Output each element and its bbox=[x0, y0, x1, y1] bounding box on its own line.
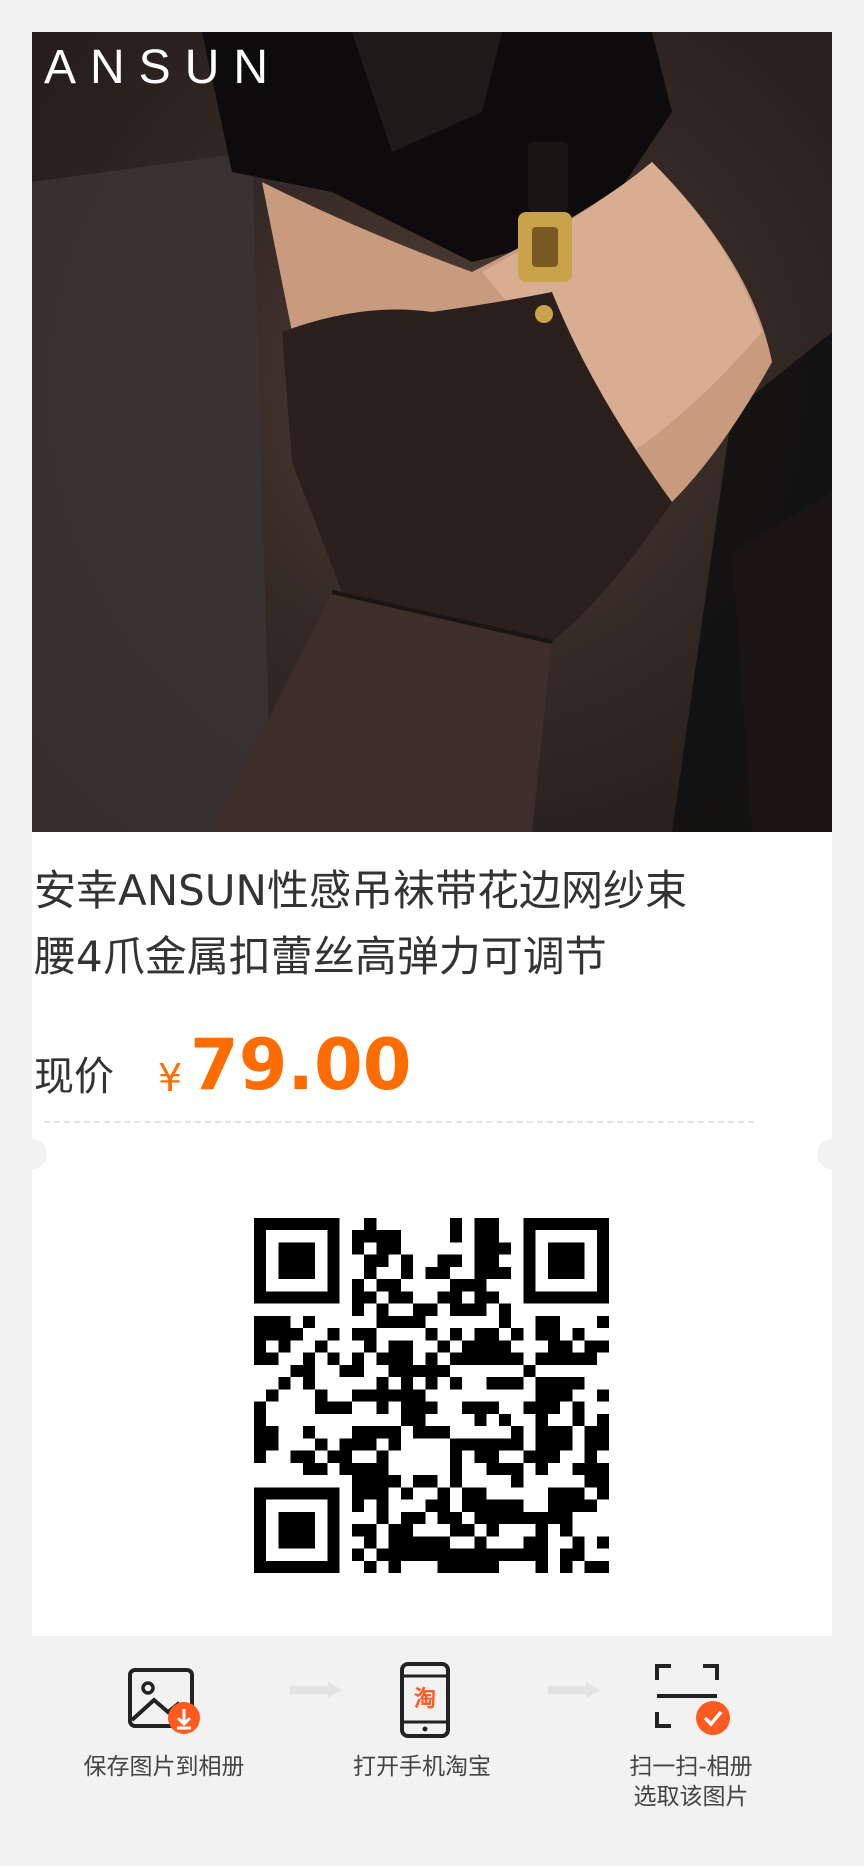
step-scan: 扫一扫-相册 选取该图片 bbox=[571, 1660, 811, 1812]
step-label-line-1: 扫一扫-相册 bbox=[629, 1754, 753, 1780]
instructions: 保存图片到相册 淘 打开手机淘宝 扫一扫-相册 选取该图片 bbox=[0, 1660, 864, 1860]
product-photo: ANSUN bbox=[32, 32, 832, 832]
product-title-line-2: 腰4爪金属扣蕾丝高弹力可调节 bbox=[34, 932, 607, 981]
currency-symbol: ¥ bbox=[158, 1056, 183, 1100]
price-value: 79.00 bbox=[190, 1024, 412, 1106]
ticket-notch-right bbox=[817, 1139, 847, 1169]
step-open-taobao: 淘 打开手机淘宝 bbox=[302, 1660, 542, 1782]
photo-illustration bbox=[32, 32, 832, 832]
dashed-divider bbox=[44, 1121, 754, 1123]
taobao-badge: 淘 bbox=[414, 1686, 436, 1712]
qr-code[interactable] bbox=[254, 1218, 609, 1573]
step-label-line-2: 选取该图片 bbox=[633, 1784, 749, 1810]
phone-taobao-icon: 淘 bbox=[382, 1660, 462, 1740]
step-label: 打开手机淘宝 bbox=[353, 1754, 491, 1780]
scan-check-icon bbox=[651, 1660, 731, 1740]
price-label: 现价 bbox=[34, 1054, 114, 1100]
product-title-line-1: 安幸ANSUN性感吊袜带花边网纱束 bbox=[34, 866, 687, 915]
step-save-image: 保存图片到相册 bbox=[44, 1660, 284, 1782]
image-download-icon bbox=[124, 1660, 204, 1740]
step-label: 保存图片到相册 bbox=[83, 1754, 245, 1780]
brand-logo: ANSUN bbox=[44, 41, 283, 94]
ticket-notch-left bbox=[17, 1139, 47, 1169]
product-title: 安幸ANSUN性感吊袜带花边网纱束 腰4爪金属扣蕾丝高弹力可调节 bbox=[34, 858, 764, 990]
step-label: 扫一扫-相册 选取该图片 bbox=[571, 1752, 811, 1812]
